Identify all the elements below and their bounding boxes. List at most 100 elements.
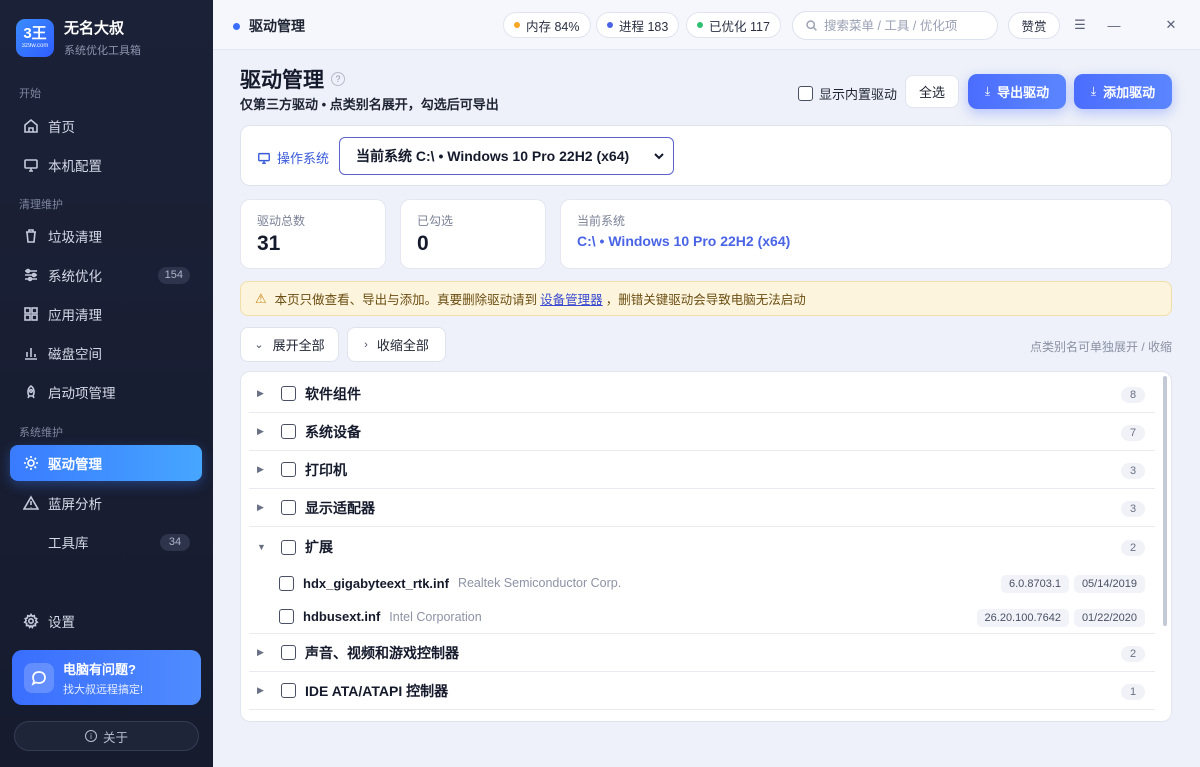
category-checkbox[interactable] [281,539,296,555]
category-name: IDE ATA/ATAPI 控制器 [305,682,449,699]
sidebar-item-driver-manager[interactable]: 驱动管理 [10,445,202,481]
category-checkbox[interactable] [281,645,296,660]
section-label-system: 系统维护 [19,427,63,439]
driver-list: ▶ 软件组件 8 ▶ 系统设备 7 ▶ 打印机 3 ▶ 显示适配器 3 ▼ 扩展… [240,371,1172,722]
category-checkbox[interactable] [281,424,296,439]
sidebar-item-bsod-analysis[interactable]: 蓝屏分析 [10,485,202,521]
stat-total-drivers: 驱动总数 31 [240,199,386,269]
search-input[interactable] [824,18,984,33]
sidebar-item-label: 磁盘空间 [48,347,102,362]
category-checkbox[interactable] [281,683,296,698]
collapse-all-button[interactable]: › 收缩全部 [347,327,446,362]
expand-all-button[interactable]: ⌄ 展开全部 [240,327,339,362]
download-icon: ⤓ [984,84,991,98]
export-drivers-button[interactable]: ⤓ 导出驱动 [968,74,1066,109]
minimize-button[interactable]: — [1106,17,1122,33]
brand-text: 无名大叔 系统优化工具箱 [64,17,141,58]
close-button[interactable]: ✕ [1163,17,1179,33]
sidebar-item-label: 首页 [48,120,75,135]
process-label: 进程 183 [619,19,669,34]
category-row-extensions[interactable]: ▼ 扩展 2 [249,528,1155,566]
toolbar-hint: 点类别名可单独展开 / 收缩 [1029,340,1172,354]
warning-text-tail: ，删错关键驱动会导致电脑无法启动 [605,293,806,307]
stat-value: 0 [417,232,429,255]
show-builtin-toggle[interactable]: 显示内置驱动 [798,84,897,103]
monitor-icon [258,152,270,164]
stat-label: 已勾选 [417,214,454,228]
category-row-ide-ata[interactable]: ▶ IDE ATA/ATAPI 控制器 1 [249,672,1155,710]
sidebar-item-settings[interactable]: 设置 [10,603,202,639]
select-all-button[interactable]: 全选 [905,75,959,108]
sidebar-item-startup[interactable]: 启动项管理 [10,374,202,410]
help-subtitle: 找大叔远程搞定! [63,683,144,696]
category-name: 扩展 [305,539,333,555]
driver-row[interactable]: hdbusext.inf Intel Corporation 26.20.100… [249,600,1155,634]
driver-checkbox[interactable] [279,575,294,591]
sidebar-item-disk-space[interactable]: 磁盘空间 [10,335,202,371]
count-badge: 154 [157,266,190,284]
sidebar-item-label: 本机配置 [48,159,102,174]
category-checkbox[interactable] [281,500,296,515]
menu-icon[interactable]: ☰ [1072,17,1088,33]
brand: 3王 3z9w.com 无名大叔 系统优化工具箱 [16,17,141,58]
chip-icon [22,454,40,472]
sidebar-item-label: 垃圾清理 [48,230,102,245]
list-scrollbar[interactable] [1163,376,1167,626]
sidebar-item-config[interactable]: 本机配置 [10,147,202,183]
category-row-display-adapters[interactable]: ▶ 显示适配器 3 [249,489,1155,527]
category-row-system-devices[interactable]: ▶ 系统设备 7 [249,413,1155,451]
about-button[interactable]: i 关于 [14,721,199,751]
chevron-right-icon: ▶ [257,502,264,512]
donate-button[interactable]: 赞赏 [1008,12,1060,39]
topbar: 驱动管理 内存 84% 进程 183 已优化 117 赞赏 ☰ — ✕ [213,0,1200,50]
driver-checkbox[interactable] [279,609,294,624]
driver-date: 01/22/2020 [1073,609,1145,627]
chevron-down-icon: ⌄ [254,339,264,351]
sidebar-item-app-clean[interactable]: 应用清理 [10,296,202,332]
category-checkbox[interactable] [281,386,296,401]
chevron-right-icon: › [364,338,368,351]
sidebar-item-label: 应用清理 [48,308,102,323]
sidebar-item-label: 蓝屏分析 [48,497,102,512]
sidebar-item-toolbox[interactable]: 工具库 34 [10,524,202,560]
add-driver-button[interactable]: ⤓ 添加驱动 [1074,74,1172,109]
device-manager-link[interactable]: 设备管理器 [540,289,603,308]
stat-value: 31 [257,232,281,255]
sidebar: 3王 3z9w.com 无名大叔 系统优化工具箱 开始 首页 本机配置 清理维护… [0,0,213,767]
category-count: 2 [1121,540,1145,556]
driver-row[interactable]: hdx_gigabyteext_rtk.inf Realtek Semicond… [249,566,1155,600]
os-label-text: 操作系统 [277,151,330,166]
sidebar-item-home[interactable]: 首页 [10,108,202,144]
show-builtin-label: 显示内置驱动 [819,87,898,102]
search-box [792,11,998,40]
help-title: 电脑有问题? [63,661,136,677]
category-checkbox[interactable] [281,462,296,477]
sidebar-item-junk-clean[interactable]: 垃圾清理 [10,218,202,254]
os-select[interactable]: 当前系统 C:\ • Windows 10 Pro 22H2 (x64) [339,137,674,175]
category-name: 声音、视频和游戏控制器 [305,644,459,661]
stat-current-system: 当前系统 C:\ • Windows 10 Pro 22H2 (x64) [560,199,1172,269]
info-icon: i [84,730,97,742]
stat-label: 驱动总数 [257,214,306,228]
category-row-printers[interactable]: ▶ 打印机 3 [249,451,1155,489]
about-label: 关于 [102,730,128,745]
sidebar-item-optimize[interactable]: 系统优化 154 [10,257,202,293]
os-panel: 操作系统 当前系统 C:\ • Windows 10 Pro 22H2 (x64… [240,125,1172,186]
warning-text: 本页只做查看、导出与添加。真要删除驱动请到 [274,293,538,307]
logo-domain: 3z9w.com [21,43,49,49]
show-builtin-checkbox[interactable] [798,86,813,101]
remote-help-card[interactable]: 电脑有问题? 找大叔远程搞定! [12,650,201,705]
category-row-software-components[interactable]: ▶ 软件组件 8 [249,375,1155,413]
category-name: 软件组件 [305,385,361,402]
logo-mark: 3王 [23,25,47,42]
driver-file: hdbusext.inf [303,609,381,624]
help-icon[interactable]: ? [331,72,345,86]
process-dot [607,22,613,28]
category-name: 显示适配器 [305,499,375,516]
bar-chart-icon [22,344,40,362]
warning-icon [22,494,40,512]
page-title: 驱动管理 ? [240,64,345,94]
category-row-sound-video[interactable]: ▶ 声音、视频和游戏控制器 2 [249,634,1155,672]
breadcrumb: 驱动管理 [233,16,305,36]
memory-label: 内存 84% [526,19,580,34]
